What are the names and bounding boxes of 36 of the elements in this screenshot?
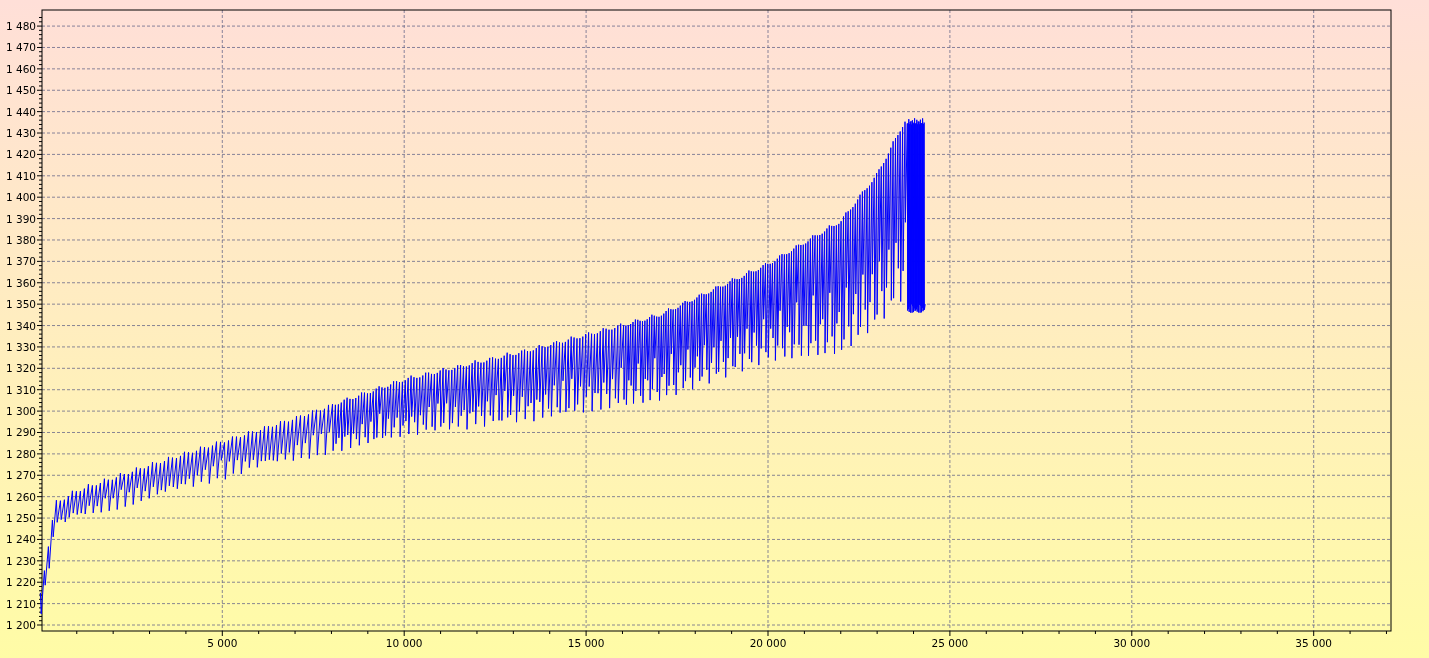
- y-tick-label: 1 350: [5, 298, 36, 311]
- y-tick-label: 1 280: [5, 447, 36, 460]
- y-tick-label: 1 200: [5, 619, 36, 631]
- y-tick-label: 1 410: [5, 169, 36, 182]
- y-tick-label: 1 470: [5, 41, 36, 54]
- y-tick-label: 1 210: [5, 597, 36, 610]
- x-tick-label: 30 000: [1113, 637, 1151, 649]
- y-tick-label: 1 480: [5, 20, 36, 33]
- y-tick-label: 1 400: [5, 191, 36, 204]
- y-tick-label: 1 340: [5, 319, 36, 332]
- y-tick-label: 1 420: [5, 148, 36, 161]
- x-tick-label: 20 000: [749, 637, 787, 649]
- y-tick-label: 1 360: [5, 276, 36, 289]
- y-tick-label: 1 450: [5, 84, 36, 97]
- y-tick-label: 1 370: [5, 255, 36, 268]
- y-tick-label: 1 300: [5, 405, 36, 418]
- y-tick-label: 1 240: [5, 533, 36, 546]
- y-tick-label: 1 390: [5, 212, 36, 225]
- y-tick-label: 1 330: [5, 340, 36, 353]
- y-tick-label: 1 440: [5, 105, 36, 118]
- y-tick-label: 1 460: [5, 62, 36, 75]
- y-tick-label: 1 320: [5, 362, 36, 375]
- y-tick-label: 1 260: [5, 490, 36, 503]
- y-tick-label: 1 250: [5, 512, 36, 525]
- y-tick-label: 1 430: [5, 127, 36, 140]
- y-tick-label: 1 230: [5, 554, 36, 567]
- y-tick-label: 1 310: [5, 383, 36, 396]
- y-tick-label: 1 220: [5, 576, 36, 589]
- x-tick-label: 25 000: [931, 637, 969, 649]
- y-tick-label: 1 380: [5, 234, 36, 246]
- x-tick-label: 5 000: [207, 637, 238, 649]
- x-tick-label: 15 000: [567, 637, 605, 649]
- y-tick-label: 1 290: [5, 426, 36, 439]
- x-tick-label: 35 000: [1295, 637, 1333, 649]
- x-tick-label: 10 000: [385, 637, 423, 649]
- y-tick-label: 1 270: [5, 469, 36, 482]
